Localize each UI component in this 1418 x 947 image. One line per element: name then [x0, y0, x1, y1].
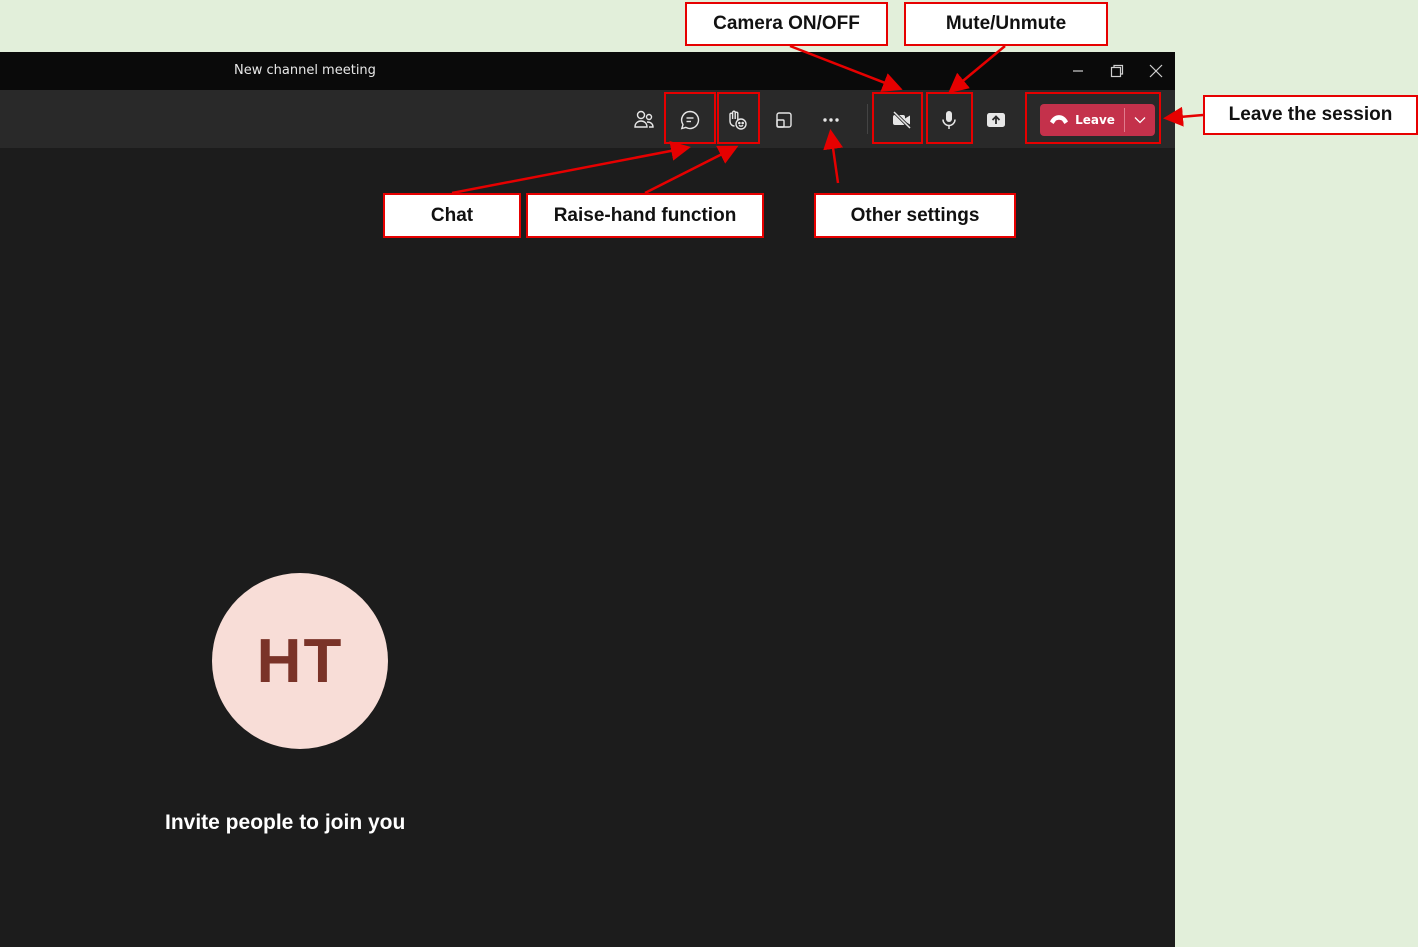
room-view-button[interactable]	[764, 102, 804, 138]
restore-icon[interactable]	[1102, 56, 1132, 86]
participants-button[interactable]	[624, 102, 664, 138]
share-icon	[987, 113, 1005, 127]
window-title: New channel meeting	[234, 63, 376, 78]
raise-hand-callout: Raise-hand function	[526, 193, 764, 238]
close-icon[interactable]	[1141, 56, 1171, 86]
raise-hand-highlight	[717, 92, 760, 144]
leave-highlight	[1025, 92, 1161, 144]
chat-highlight	[664, 92, 716, 144]
invite-prompt[interactable]: Invite people to join you	[165, 811, 465, 835]
more-icon	[823, 118, 839, 122]
room-view-icon	[776, 112, 792, 128]
toolbar-divider	[867, 104, 868, 134]
avatar: HT	[212, 573, 388, 749]
meeting-toolbar: Leave	[0, 90, 1175, 148]
mute-callout: Mute/Unmute	[904, 2, 1108, 46]
camera-callout: Camera ON/OFF	[685, 2, 888, 46]
camera-highlight	[872, 92, 923, 144]
other-settings-callout: Other settings	[814, 193, 1016, 238]
more-options-button[interactable]	[811, 102, 851, 138]
people-icon	[634, 110, 654, 128]
chat-callout: Chat	[383, 193, 521, 238]
meeting-window: New channel meeting Leave HT Invite peop…	[0, 52, 1175, 947]
meeting-stage: HT Invite people to join you	[0, 148, 1175, 947]
share-button[interactable]	[976, 102, 1016, 138]
leave-callout: Leave the session	[1203, 95, 1418, 135]
mute-highlight	[926, 92, 973, 144]
title-bar: New channel meeting	[0, 52, 1175, 90]
minimize-icon[interactable]	[1063, 56, 1093, 86]
